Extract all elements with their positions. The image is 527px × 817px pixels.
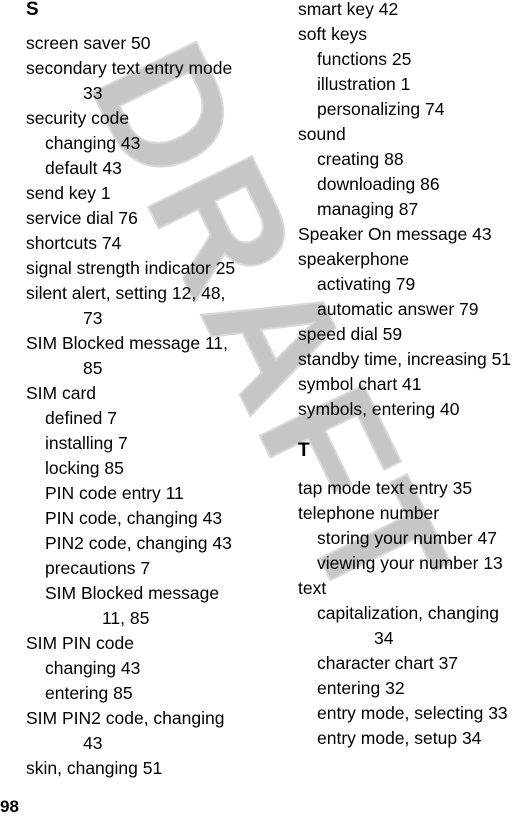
index-subentry: precautions 7: [45, 558, 151, 578]
index-entry: sound: [298, 124, 346, 144]
index-subentry: capitalization, changing: [317, 603, 499, 623]
index-subentry: installing 7: [45, 433, 128, 453]
index-subentry: PIN code, changing 43: [45, 508, 223, 528]
index-entry: symbol chart 41: [298, 374, 422, 394]
index-entry: SIM PIN2 code, changing: [26, 708, 225, 728]
index-entry: soft keys: [298, 24, 368, 44]
index-entry: smart key 42: [298, 0, 399, 19]
index-entry: symbols, entering 40: [298, 399, 460, 419]
index-subentry: automatic answer 79: [317, 299, 479, 319]
index-subentry: personalizing 74: [317, 99, 445, 119]
section-heading-s: S: [26, 0, 39, 20]
index-entry-continuation: 85: [83, 358, 103, 378]
index-subentry: illustration 1: [317, 74, 411, 94]
index-subentry: entry mode, setup 34: [317, 728, 482, 748]
index-subentry: activating 79: [317, 274, 416, 294]
index-entry: telephone number: [298, 503, 440, 523]
index-subentry: functions 25: [317, 49, 412, 69]
index-entry: standby time, increasing 51: [298, 349, 512, 369]
section-heading-t: T: [298, 440, 310, 461]
index-entry: send key 1: [26, 183, 111, 203]
index-subentry: entry mode, selecting 33: [317, 703, 508, 723]
index-entry: text: [298, 578, 327, 598]
index-subentry: entering 85: [45, 683, 133, 703]
index-entry: service dial 76: [26, 208, 138, 228]
index-entry-continuation: 11, 85: [102, 608, 150, 628]
index-entry: screen saver 50: [26, 33, 151, 53]
index-subentry: creating 88: [317, 149, 404, 169]
index-entry: SIM PIN code: [26, 633, 134, 653]
index-subentry: changing 43: [45, 133, 141, 153]
index-subentry: changing 43: [45, 658, 141, 678]
index-entry: speed dial 59: [298, 324, 403, 344]
index-entry-continuation: 73: [83, 308, 103, 328]
index-subentry: defined 7: [45, 408, 118, 428]
index-entry: signal strength indicator 25: [26, 258, 236, 278]
index-subentry: default 43: [45, 158, 122, 178]
index-subentry: locking 85: [45, 458, 124, 478]
index-entry: Speaker On message 43: [298, 224, 492, 244]
index-subentry: storing your number 47: [317, 528, 497, 548]
index-entry-continuation: 34: [374, 628, 394, 648]
index-subentry: PIN code entry 11: [45, 483, 184, 503]
index-entry: shortcuts 74: [26, 233, 122, 253]
index-entry: silent alert, setting 12, 48,: [26, 283, 226, 303]
index-entry: tap mode text entry 35: [298, 478, 473, 498]
index-subentry: entering 32: [317, 678, 405, 698]
index-entry: skin, changing 51: [26, 758, 163, 778]
page-number: 98: [0, 797, 19, 816]
index-entry: SIM card: [26, 383, 97, 403]
index-subentry: viewing your number 13: [317, 553, 503, 573]
index-entry: SIM Blocked message 11,: [26, 333, 228, 353]
index-entry: speakerphone: [298, 249, 409, 269]
index-subentry: PIN2 code, changing 43: [45, 533, 232, 553]
index-entry-continuation: 33: [83, 83, 103, 103]
index-subentry: managing 87: [317, 199, 419, 219]
index-subentry: downloading 86: [317, 174, 440, 194]
index-entry: secondary text entry mode: [26, 58, 233, 78]
index-entry-continuation: 43: [83, 733, 103, 753]
index-subentry: character chart 37: [317, 653, 459, 673]
index-entry: security code: [26, 108, 130, 128]
index-subentry: SIM Blocked message: [45, 583, 220, 603]
